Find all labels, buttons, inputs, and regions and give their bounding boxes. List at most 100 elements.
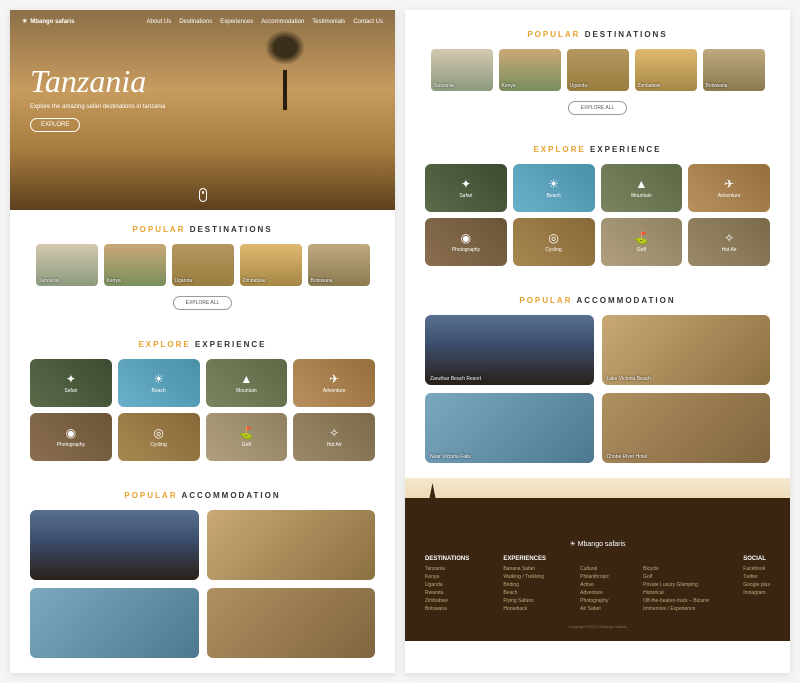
experience-card-mountain[interactable]: ▲Mountain [601, 164, 683, 212]
experience-section-r: EXPLORE EXPERIENCE ✦Safari ☀Beach ▲Mount… [405, 130, 790, 281]
footer-link[interactable]: Zimbabwe [425, 598, 469, 604]
destination-card-uganda[interactable]: Uganda [567, 49, 629, 91]
accommodation-grid [30, 510, 375, 658]
savanna-silhouette [405, 498, 790, 528]
footer-link[interactable]: Active [580, 582, 609, 588]
nav-items: About Us Destinations Experiences Accomm… [147, 19, 383, 25]
footer-columns: DESTINATIONS Tanzania Kenya Uganda Rwand… [425, 556, 770, 614]
accommodation-card-victoria[interactable]: Lake Victoria Beach [602, 315, 771, 385]
footer-link[interactable]: Facebook [743, 566, 770, 572]
accommodation-card[interactable] [207, 588, 376, 658]
sun-icon: ☀ [153, 372, 164, 386]
destination-card-zimbabwe[interactable]: Zimbabwe [635, 49, 697, 91]
plane-icon: ✈ [724, 177, 734, 191]
nav-experiences[interactable]: Experiences [220, 19, 253, 25]
footer-link[interactable]: Banana Safari [503, 566, 546, 572]
accommodation-card-zanzibar[interactable]: Zanzibar Beach Resort [425, 315, 594, 385]
experience-card-hotair[interactable]: ✧Hot Air [688, 218, 770, 266]
footer-col-experiences3: Bicycle Golf Private Luxury Glamping His… [643, 556, 709, 614]
footer-logo[interactable]: ☀ Mbango safaris [425, 540, 770, 548]
logo-icon: ☀ [569, 541, 575, 548]
experience-grid: ✦Safari ☀Beach ▲Mountain ✈Adventure ◉Pho… [425, 164, 770, 266]
destination-card-kenya[interactable]: Kenya [499, 49, 561, 91]
page-right: POPULAR DESTINATIONS Tanzania Kenya Ugan… [405, 10, 790, 673]
accommodation-card[interactable] [30, 510, 199, 580]
destination-card-tanzania[interactable]: Tanzania [36, 244, 98, 286]
experience-card-safari[interactable]: ✦Safari [30, 359, 112, 407]
footer-silhouette-scene [405, 478, 790, 528]
footer-link[interactable]: Horseback [503, 606, 546, 612]
accommodation-card-chobe[interactable]: Chobe River Hotel [602, 393, 771, 463]
footer-link[interactable]: Off-the-beaten-track – Bizarre [643, 598, 709, 604]
footer-link[interactable]: Botswana [425, 606, 469, 612]
footer-link[interactable]: Kenya [425, 574, 469, 580]
experience-card-beach[interactable]: ☀Beach [118, 359, 200, 407]
accommodation-section-top: POPULAR ACCOMMODATION [10, 476, 395, 673]
footer-link[interactable]: Historical [643, 590, 709, 596]
nav-testimonials[interactable]: Testimonials [312, 19, 345, 25]
hero-explore-button[interactable]: EXPLORE [30, 118, 80, 132]
accommodation-title: POPULAR ACCOMMODATION [425, 296, 770, 305]
experience-card-safari[interactable]: ✦Safari [425, 164, 507, 212]
footer-link[interactable]: Immersive / Experience [643, 606, 709, 612]
footer-link[interactable]: Google plus [743, 582, 770, 588]
footer-link[interactable]: Rwanda [425, 590, 469, 596]
nav-contact[interactable]: Contact Us [353, 19, 383, 25]
experience-card-photography[interactable]: ◉Photography [425, 218, 507, 266]
footer-link[interactable]: Philanthropic [580, 574, 609, 580]
experience-card-photography[interactable]: ◉Photography [30, 413, 112, 461]
footer-link[interactable]: Flying Safaris [503, 598, 546, 604]
footer-col-experiences2: Cultural Philanthropic Active Adventure … [580, 556, 609, 614]
nav-accommodation[interactable]: Accommodation [261, 19, 304, 25]
explore-all-button[interactable]: EXPLORE ALL [568, 101, 628, 115]
accommodation-title: POPULAR ACCOMMODATION [30, 491, 375, 500]
nav-about[interactable]: About Us [147, 19, 172, 25]
sun-icon: ☀ [548, 177, 559, 191]
destination-card-tanzania[interactable]: Tanzania [431, 49, 493, 91]
accommodation-card-falls[interactable]: Near Victoria Falls [425, 393, 594, 463]
hero-section: ☀Mbango safaris About Us Destinations Ex… [10, 10, 395, 210]
footer-link[interactable]: Private Luxury Glamping [643, 582, 709, 588]
experience-card-hotair[interactable]: ✧Hot Air [293, 413, 375, 461]
destination-card-zimbabwe[interactable]: Zimbabwe [240, 244, 302, 286]
experience-card-adventure[interactable]: ✈Adventure [688, 164, 770, 212]
footer-link[interactable]: Air Safari [580, 606, 609, 612]
footer-link[interactable]: Birding [503, 582, 546, 588]
experience-card-mountain[interactable]: ▲Mountain [206, 359, 288, 407]
hero-subtitle: Explore the amazing safari destinations … [30, 104, 375, 110]
destination-card-botswana[interactable]: Botswana [308, 244, 370, 286]
footer-link[interactable]: Tanzania [425, 566, 469, 572]
bicycle-icon: ◎ [153, 426, 163, 440]
footer-link[interactable]: Instagram [743, 590, 770, 596]
destination-card-uganda[interactable]: Uganda [172, 244, 234, 286]
footer-link[interactable]: Uganda [425, 582, 469, 588]
footer-link[interactable]: Twitter [743, 574, 770, 580]
footer-link[interactable]: Photography [580, 598, 609, 604]
top-nav: ☀Mbango safaris About Us Destinations Ex… [10, 10, 395, 33]
experience-card-beach[interactable]: ☀Beach [513, 164, 595, 212]
scroll-indicator-icon [199, 188, 207, 202]
brand-logo[interactable]: ☀Mbango safaris [22, 18, 74, 25]
footer-link[interactable]: Bicycle [643, 566, 709, 572]
bicycle-icon: ◎ [548, 231, 558, 245]
accommodation-card[interactable] [207, 510, 376, 580]
binoculars-icon: ✦ [66, 372, 76, 386]
footer-link[interactable]: Adventure [580, 590, 609, 596]
experience-card-golf[interactable]: ⛳Golf [601, 218, 683, 266]
footer-link[interactable]: Walking / Trekking [503, 574, 546, 580]
accommodation-section-r: POPULAR ACCOMMODATION Zanzibar Beach Res… [405, 281, 790, 478]
footer-link[interactable]: Beach [503, 590, 546, 596]
accommodation-card[interactable] [30, 588, 199, 658]
experience-card-cycling[interactable]: ◎Cycling [118, 413, 200, 461]
destination-card-kenya[interactable]: Kenya [104, 244, 166, 286]
experience-section: EXPLORE EXPERIENCE ✦Safari ☀Beach ▲Mount… [10, 325, 395, 476]
experience-title: EXPLORE EXPERIENCE [425, 145, 770, 154]
footer-link[interactable]: Cultural [580, 566, 609, 572]
experience-card-cycling[interactable]: ◎Cycling [513, 218, 595, 266]
experience-card-golf[interactable]: ⛳Golf [206, 413, 288, 461]
nav-destinations[interactable]: Destinations [179, 19, 212, 25]
explore-all-button[interactable]: EXPLORE ALL [173, 296, 233, 310]
destination-card-botswana[interactable]: Botswana [703, 49, 765, 91]
footer-link[interactable]: Golf [643, 574, 709, 580]
experience-card-adventure[interactable]: ✈Adventure [293, 359, 375, 407]
